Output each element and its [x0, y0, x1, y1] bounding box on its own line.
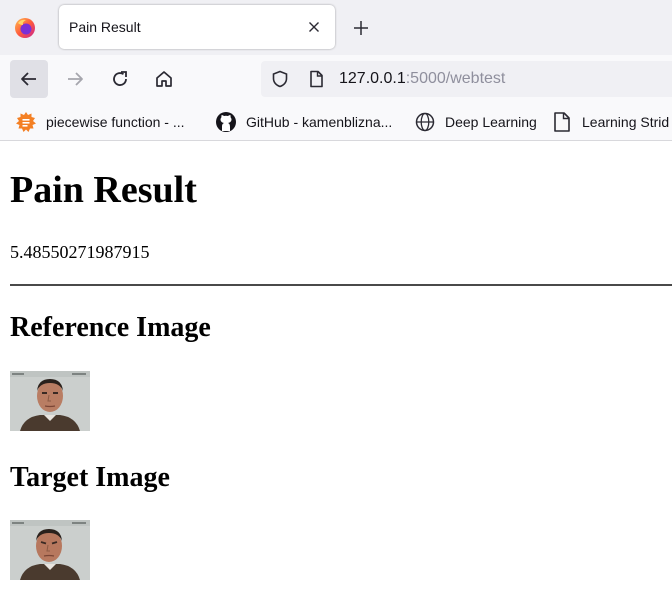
- reference-image-heading: Reference Image: [10, 312, 211, 343]
- target-face-image: [10, 520, 90, 580]
- page-title: Pain Result: [10, 169, 197, 211]
- url-path: :5000/webtest: [405, 70, 506, 87]
- reload-icon: [113, 71, 127, 86]
- target-image-heading: Target Image: [10, 462, 170, 493]
- tab-title: Pain Result: [69, 19, 141, 35]
- home-button[interactable]: [145, 60, 183, 98]
- new-tab-plus-icon[interactable]: [350, 17, 372, 39]
- tab-pain-result[interactable]: Pain Result: [59, 5, 335, 49]
- bookmark-label: piecewise function - ...: [46, 114, 185, 130]
- divider: [10, 284, 672, 286]
- firefox-logo-icon[interactable]: [14, 17, 36, 39]
- bookmark-label: GitHub - kamenbliznа...: [246, 114, 393, 130]
- forward-button[interactable]: [56, 60, 94, 98]
- arrow-left-icon: [21, 72, 36, 86]
- bookmark-label: Deep Learning: [445, 114, 537, 130]
- navigation-toolbar: 127.0.0.1:5000/webtest: [0, 55, 672, 102]
- bookmark-favicon-icon: [16, 112, 36, 132]
- close-icon[interactable]: [303, 16, 325, 38]
- bookmarks-toolbar: piecewise function - ... GitHub - kamenb…: [0, 102, 672, 141]
- back-button[interactable]: [10, 60, 48, 98]
- page-icon[interactable]: [307, 70, 325, 88]
- url-text: 127.0.0.1:5000/webtest: [339, 70, 505, 88]
- reload-button[interactable]: [101, 60, 139, 98]
- globe-icon: [415, 112, 435, 132]
- home-icon: [156, 71, 172, 87]
- bookmark-label: Learning Strid: [582, 114, 670, 130]
- shield-icon[interactable]: [271, 70, 289, 88]
- arrow-right-icon: [68, 72, 83, 86]
- browser-chrome: Pain Result 127.0.0.1:5000/webtest piece…: [0, 0, 672, 141]
- reference-face-image: [10, 371, 90, 431]
- page-icon: [554, 112, 570, 132]
- github-icon: [216, 112, 236, 132]
- tab-bar: Pain Result: [0, 0, 672, 55]
- url-bar[interactable]: 127.0.0.1:5000/webtest: [261, 61, 672, 97]
- url-host: 127.0.0.1: [339, 70, 406, 87]
- pain-score-value: 5.48550271987915: [10, 242, 150, 262]
